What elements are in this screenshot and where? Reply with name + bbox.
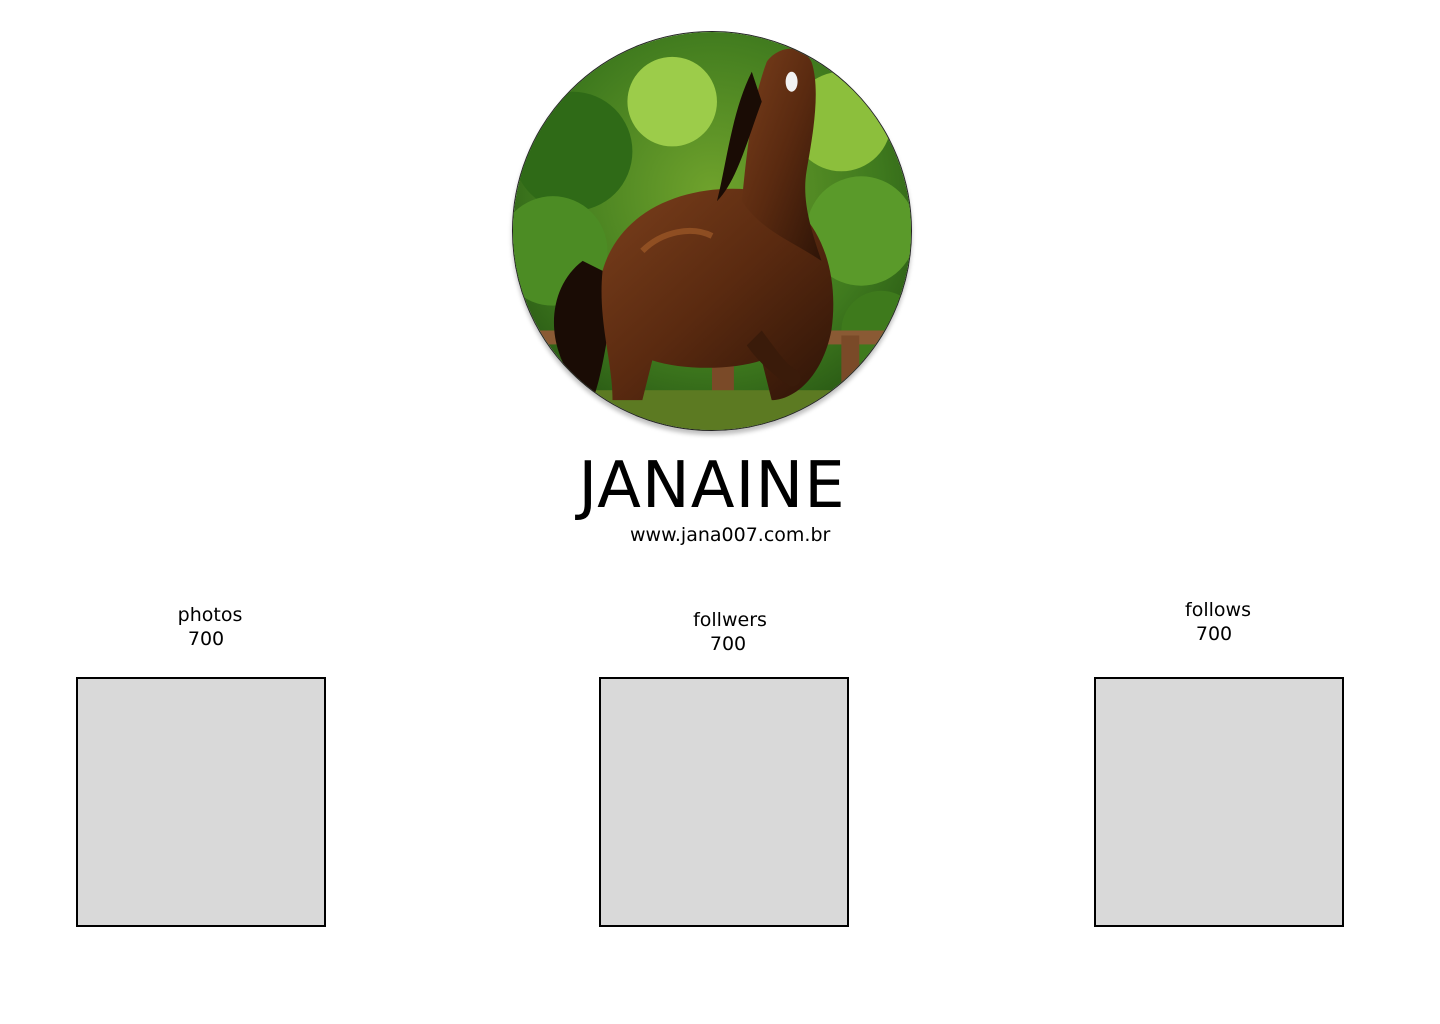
profile-avatar[interactable] <box>512 31 912 431</box>
photo-placeholder[interactable] <box>1094 677 1344 927</box>
horse-photo-icon <box>513 32 911 430</box>
profile-website-link[interactable]: www.jana007.com.br <box>630 522 830 548</box>
photo-placeholder[interactable] <box>76 677 326 927</box>
stat-follows[interactable]: follows 700 <box>1158 598 1278 646</box>
stat-photos[interactable]: photos 700 <box>150 603 270 651</box>
photo-placeholder[interactable] <box>599 677 849 927</box>
stat-follows-label: follows <box>1185 599 1251 621</box>
stat-follows-count: 700 <box>1195 623 1233 645</box>
stat-followers[interactable]: follwers 700 <box>665 608 795 656</box>
stat-followers-label: follwers <box>693 609 767 631</box>
stat-photos-count: 700 <box>187 628 225 650</box>
profile-name: JANAINE <box>578 449 846 523</box>
stat-photos-label: photos <box>177 604 243 626</box>
stat-followers-count: 700 <box>709 633 747 655</box>
